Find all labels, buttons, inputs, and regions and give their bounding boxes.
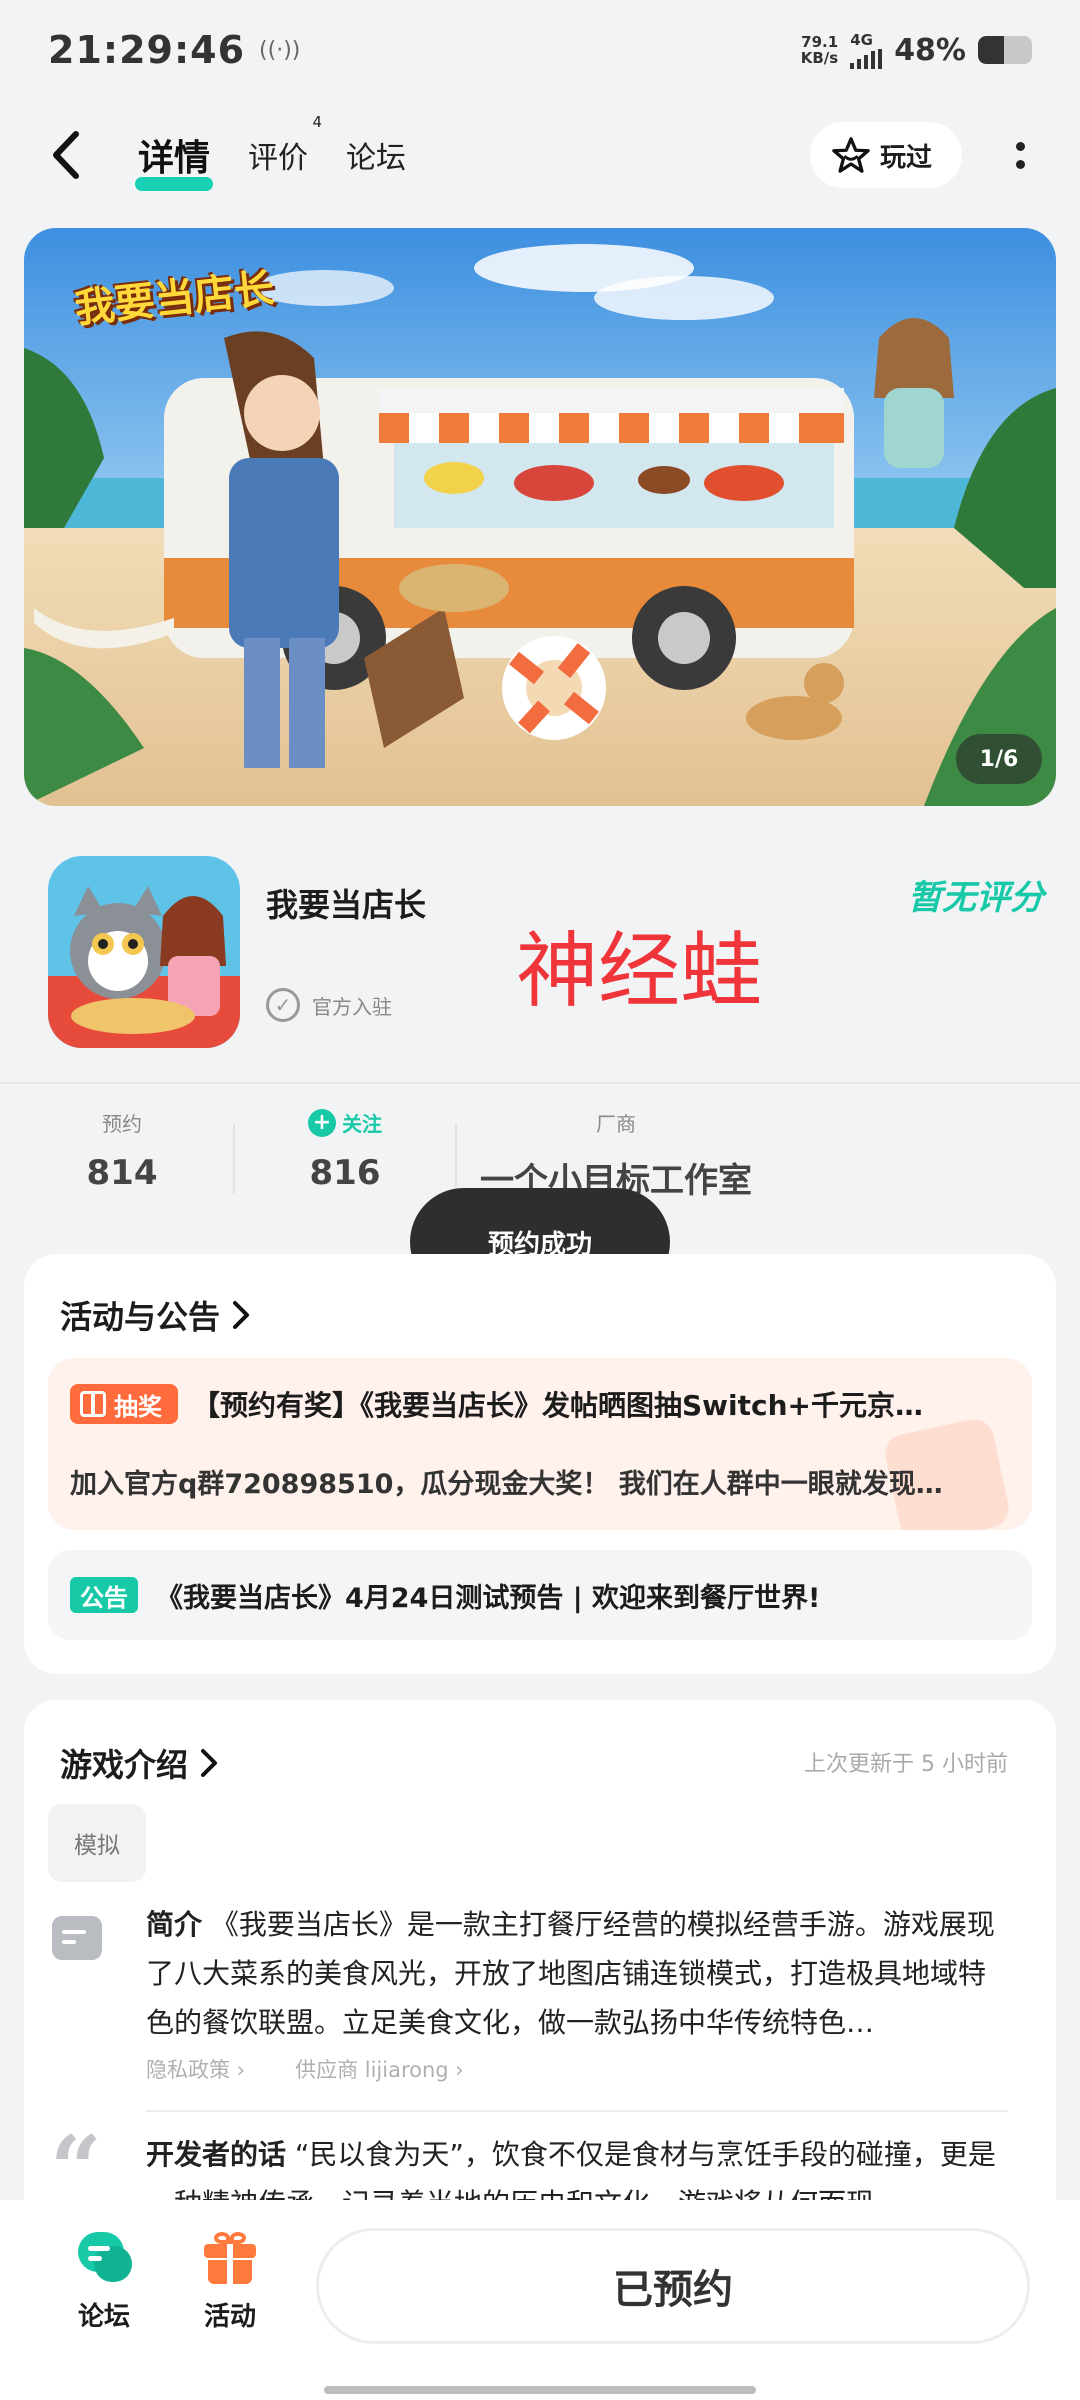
gift-icon (202, 2230, 258, 2286)
stat-separator (233, 1124, 235, 1194)
lottery-title-row: 抽奖 【预约有奖】《我要当店长》发帖晒图抽Switch+千元京… (70, 1384, 1002, 1424)
active-tab-indicator (135, 177, 214, 191)
activity-button[interactable]: 活动 (180, 2230, 280, 2333)
stat-separator (455, 1124, 457, 1194)
stat-follow-label: + 关注 (280, 1108, 410, 1137)
activity-label: 活动 (203, 2302, 256, 2332)
battery-percent: 48% (894, 32, 966, 68)
star-icon (832, 137, 870, 173)
lottery-description: 加入官方q群720898510，瓜分现金大奖！ 我们在人群中一眼就发现… (70, 1469, 943, 1500)
more-options-button[interactable] (990, 120, 1050, 190)
privacy-policy-link[interactable]: 隐私政策 › (146, 2054, 245, 2084)
divider (146, 2110, 1008, 2112)
banner-carousel[interactable]: 我要当店长 1/6 (24, 228, 1056, 806)
notice-text: 《我要当店长》4月24日测试预告 | 欢迎来到餐厅世界! (156, 1582, 821, 1614)
back-arrow-icon (53, 131, 79, 179)
app-info: 我要当店长 ✓ 官方入驻 神经蛙 暂无评分 (0, 840, 1080, 1080)
reserved-button[interactable]: 已预约 (316, 2228, 1030, 2344)
played-button[interactable]: 玩过 (809, 122, 962, 188)
hotspot-icon: ((·)) (259, 37, 301, 63)
official-badge: ✓ 官方入驻 (266, 988, 392, 1022)
stat-reserve: 预约 814 (62, 1108, 182, 1193)
stat-follow[interactable]: + 关注 816 (280, 1108, 410, 1193)
network-speed: 79.1 KB/s (800, 33, 839, 67)
tab-reviews[interactable]: 评价 4 (248, 113, 322, 177)
chevron-right-icon (201, 1749, 218, 1777)
stat-vendor-label: 厂商 (596, 1112, 636, 1136)
lottery-title: 【预约有奖】《我要当店长》发帖晒图抽Switch+千元京… (192, 1389, 924, 1422)
stat-follow-value: 816 (309, 1153, 381, 1193)
stat-reserve-value: 814 (86, 1153, 158, 1193)
description-body: 《我要当店长》是一款主打餐厅经营的模拟经营手游。游戏展现了八大菜系的美食风光，开… (146, 1908, 995, 2039)
app-icon (48, 856, 240, 1048)
banner-page-indicator: 1/6 (956, 734, 1042, 784)
bottom-action-bar: 论坛 活动 已预约 (0, 2200, 1080, 2400)
status-indicators: 79.1 KB/s 4G 48% (801, 31, 1032, 69)
forum-label: 论坛 (77, 2302, 130, 2332)
chevron-right-icon (233, 1301, 250, 1329)
app-icon-image (48, 856, 240, 1048)
activity-card: 活动与公告 抽奖 【预约有奖】《我要当店长》发帖晒图抽Switch+千元京… 加… (24, 1254, 1056, 1674)
more-dot (1015, 159, 1025, 169)
awning (379, 413, 844, 443)
genre-tag[interactable]: 模拟 (48, 1804, 146, 1882)
back-button[interactable] (30, 120, 100, 190)
tab-forum[interactable]: 论坛 (346, 133, 406, 177)
lottery-badge: 抽奖 (70, 1384, 178, 1424)
description-icon (52, 1916, 102, 1960)
signal-icon (850, 49, 883, 69)
notice-item[interactable]: 公告 《我要当店长》4月24日测试预告 | 欢迎来到餐厅世界! (48, 1550, 1032, 1640)
status-time: 21:29:46 (48, 28, 246, 72)
supplier-link[interactable]: 供应商 lijiarong › (295, 2054, 464, 2084)
description-links: 隐私政策 › 供应商 lijiarong › (146, 2054, 464, 2084)
activity-title[interactable]: 活动与公告 (60, 1292, 252, 1338)
heart-plus-icon: + (308, 1108, 336, 1137)
intro-title[interactable]: 游戏介绍 (60, 1740, 220, 1786)
network-type: 4G (850, 31, 873, 49)
rating-text: 暂无评分 (908, 878, 1044, 918)
top-nav: 详情 评价 4 论坛 玩过 (0, 110, 1080, 200)
lottery-activity[interactable]: 抽奖 【预约有奖】《我要当店长》发帖晒图抽Switch+千元京… 加入官方q群7… (48, 1358, 1032, 1530)
stat-reserve-label: 预约 (102, 1112, 142, 1136)
battery-level (978, 36, 1004, 64)
forum-chat-icon (74, 2230, 134, 2286)
battery-icon (978, 36, 1032, 64)
review-count-badge: 4 (312, 113, 323, 131)
app-name: 我要当店长 (266, 886, 427, 924)
tab-details[interactable]: 详情 (135, 129, 214, 191)
divider (0, 1082, 1080, 1084)
last-updated: 上次更新于 5 小时前 (804, 1752, 1008, 1777)
gift-icon (80, 1391, 106, 1417)
forum-button[interactable]: 论坛 (54, 2230, 154, 2333)
home-indicator[interactable] (324, 2386, 756, 2394)
status-bar: 21:29:46 ((·)) 79.1 KB/s 4G 48% (0, 0, 1080, 100)
game-description[interactable]: 简介 《我要当店长》是一款主打餐厅经营的模拟经营手游。游戏展现了八大菜系的美食风… (146, 1900, 1006, 2047)
check-circle-icon: ✓ (266, 988, 300, 1022)
developer-note-label: 开发者的话 (146, 2138, 287, 2171)
notice-badge: 公告 (70, 1577, 138, 1613)
network-indicator: 4G (850, 31, 883, 69)
more-dot (1015, 141, 1025, 151)
description-label: 简介 (146, 1908, 203, 1941)
overlay-annotation-text: 神经蛙 (516, 924, 763, 1019)
